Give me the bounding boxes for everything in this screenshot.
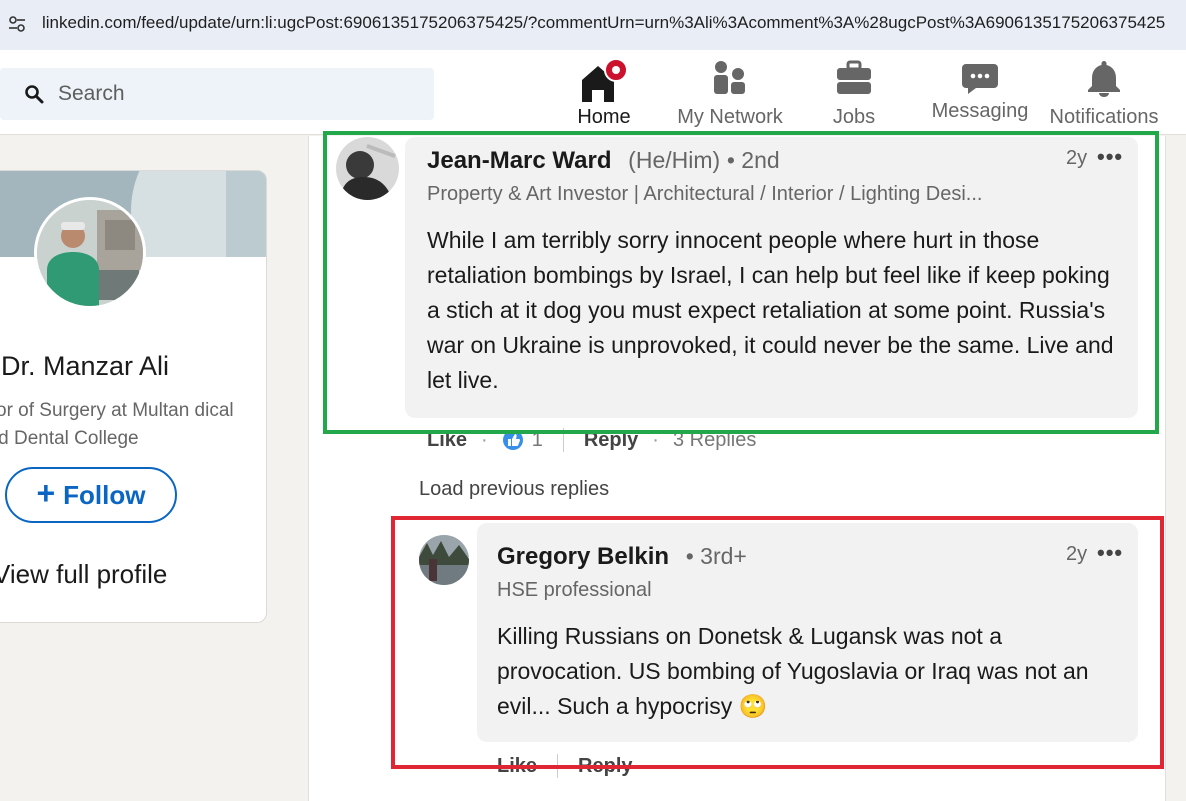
profile-avatar[interactable] xyxy=(34,197,146,309)
follow-button[interactable]: + Follow xyxy=(5,467,177,523)
nav-messaging-label: Messaging xyxy=(931,100,1029,122)
profile-card: Dr. Manzar Ali ssor of Surgery at Multan… xyxy=(0,170,267,623)
red-highlight-box xyxy=(391,516,1164,769)
top-navigation: Home My Network Jobs Messaging xyxy=(0,50,1186,135)
nav-home[interactable]: Home xyxy=(570,50,638,135)
profile-name[interactable]: Dr. Manzar Ali xyxy=(1,351,169,382)
green-highlight-box xyxy=(323,131,1159,434)
view-full-profile-link[interactable]: View full profile xyxy=(0,559,167,590)
nav-notifications-label: Notifications xyxy=(1049,106,1159,128)
search-icon xyxy=(25,85,44,104)
follow-label: Follow xyxy=(63,479,146,510)
plus-icon: + xyxy=(36,475,56,511)
search-box[interactable] xyxy=(0,68,434,120)
chat-icon xyxy=(962,64,998,94)
nav-home-label: Home xyxy=(577,106,631,128)
briefcase-icon xyxy=(837,60,871,94)
search-input[interactable] xyxy=(58,78,418,110)
nav-my-network[interactable]: My Network xyxy=(668,50,792,134)
nav-notifications[interactable]: Notifications xyxy=(1044,50,1164,134)
load-previous-replies-link[interactable]: Load previous replies xyxy=(419,478,609,501)
nav-my-network-label: My Network xyxy=(677,106,783,128)
site-info-icon[interactable] xyxy=(8,15,26,33)
bell-icon xyxy=(1088,61,1120,97)
profile-headline: ssor of Surgery at Multan dical and Dent… xyxy=(0,400,234,449)
url-text[interactable]: linkedin.com/feed/update/urn:li:ugcPost:… xyxy=(42,13,1182,33)
home-icon xyxy=(582,58,628,102)
nav-jobs-label: Jobs xyxy=(832,106,876,128)
nav-messaging[interactable]: Messaging xyxy=(926,50,1034,134)
nav-jobs[interactable]: Jobs xyxy=(822,50,886,134)
address-bar[interactable]: linkedin.com/feed/update/urn:li:ugcPost:… xyxy=(0,0,1186,50)
network-icon xyxy=(714,61,745,94)
